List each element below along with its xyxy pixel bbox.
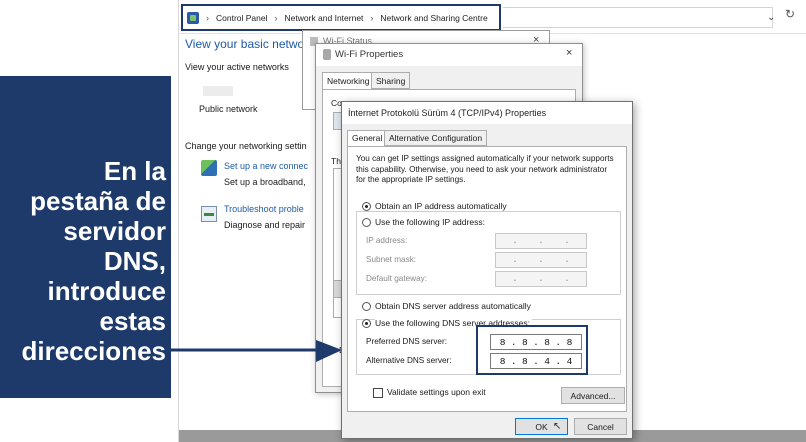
chevron-right-icon: › — [274, 12, 278, 23]
use-following-ip-radio[interactable] — [362, 218, 371, 227]
subnet-mask-label: Subnet mask: — [366, 255, 417, 264]
wifi-properties-title: Wi-Fi Properties — [335, 49, 404, 60]
breadcrumb-control-panel[interactable]: Control Panel — [216, 13, 268, 23]
obtain-dns-auto-label: Obtain DNS server address automatically — [375, 301, 531, 311]
close-icon[interactable]: × — [566, 47, 572, 59]
control-panel-icon — [187, 11, 199, 24]
tab-networking[interactable]: Networking — [322, 72, 375, 90]
breadcrumb-network-internet[interactable]: Network and Internet — [285, 13, 364, 23]
mouse-cursor-icon: ↖ — [553, 421, 562, 432]
troubleshoot-link[interactable]: Troubleshoot proble — [224, 204, 304, 214]
page-title: View your basic networ — [185, 37, 309, 51]
network-type-label: Public network — [199, 104, 258, 114]
troubleshoot-desc: Diagnose and repair — [224, 220, 306, 230]
network-name-redacted — [203, 86, 233, 96]
obtain-ip-auto-label: Obtain an IP address automatically — [375, 201, 507, 211]
change-settings-heading: Change your networking settin — [185, 141, 307, 151]
cancel-button[interactable]: Cancel — [574, 418, 627, 435]
new-connection-icon — [201, 160, 217, 176]
ipv4-description: You can get IP settings assigned automat… — [356, 154, 614, 184]
use-following-dns-radio[interactable] — [362, 319, 371, 328]
ipv4-properties-dialog: İnternet Protokolü Sürüm 4 (TCP/IPv4) Pr… — [341, 101, 633, 439]
address-field[interactable] — [503, 7, 773, 28]
breadcrumb-network-sharing[interactable]: Network and Sharing Centre — [380, 13, 487, 23]
refresh-icon[interactable]: ↻ — [785, 7, 795, 21]
instruction-callout: En la pestaña de servidor DNS, introduce… — [0, 76, 171, 398]
chevron-right-icon: › — [370, 12, 374, 23]
dns-highlight-box — [476, 325, 588, 375]
validate-label: Validate settings upon exit — [387, 387, 486, 397]
ipv4-dialog-title: İnternet Protokolü Sürüm 4 (TCP/IPv4) Pr… — [348, 108, 547, 118]
active-networks-heading: View your active networks — [185, 62, 289, 72]
alternative-dns-label: Alternative DNS server: — [366, 356, 452, 365]
general-panel: You can get IP settings assigned automat… — [347, 146, 627, 412]
title-bar: İnternet Protokolü Sürüm 4 (TCP/IPv4) Pr… — [342, 102, 632, 124]
chevron-down-icon[interactable]: ⌄ — [767, 12, 775, 23]
title-bar: Wi-Fi Properties × — [316, 44, 582, 66]
default-gateway-field[interactable]: ... — [495, 271, 587, 287]
obtain-dns-auto-radio[interactable] — [362, 302, 371, 311]
chevron-right-icon: › — [206, 12, 209, 23]
wifi-icon — [323, 49, 331, 60]
troubleshoot-icon — [201, 206, 217, 222]
tab-general[interactable]: General — [347, 130, 388, 147]
default-gateway-label: Default gateway: — [366, 274, 427, 283]
callout-text: En la pestaña de servidor DNS, introduce… — [21, 156, 166, 366]
advanced-button[interactable]: Advanced... — [561, 387, 625, 404]
use-following-ip-label: Use the following IP address: — [375, 217, 487, 227]
preferred-dns-label: Preferred DNS server: — [366, 337, 447, 346]
ip-address-field[interactable]: ... — [495, 233, 587, 249]
setup-connection-link[interactable]: Set up a new connec — [224, 161, 308, 171]
tab-sharing[interactable]: Sharing — [371, 72, 411, 89]
obtain-ip-auto-radio[interactable] — [362, 202, 371, 211]
subnet-mask-field[interactable]: ... — [495, 252, 587, 268]
tab-alternative-configuration[interactable]: Alternative Configuration — [384, 130, 488, 146]
arrow-icon — [170, 340, 342, 362]
setup-connection-desc: Set up a broadband, — [224, 177, 306, 187]
breadcrumb[interactable]: › Control Panel › Network and Internet ›… — [181, 4, 501, 31]
ip-address-label: IP address: — [366, 236, 408, 245]
validate-checkbox[interactable] — [373, 388, 383, 398]
address-bar: › Control Panel › Network and Internet ›… — [179, 0, 806, 34]
